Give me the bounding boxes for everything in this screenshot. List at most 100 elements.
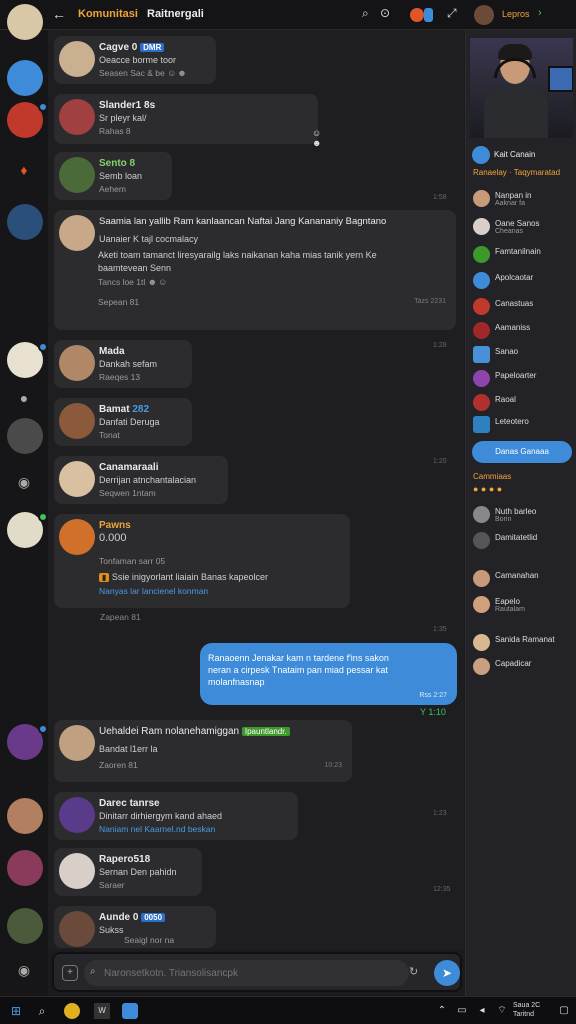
chevron-right-icon[interactable]: › [538,7,542,19]
message[interactable]: Bamat 282 Danfati Deruga Tonat [54,398,192,446]
notification-icon[interactable]: ▢ [556,1003,572,1019]
role-badge: Ipauntlandr. [241,727,290,736]
message[interactable]: Rapero518 Sernan Den pahidn Saraer [54,848,202,896]
windows-start-icon[interactable]: ⊞ [8,1003,24,1019]
avatar[interactable] [59,797,95,833]
message[interactable]: Uehaldei Ram nolanehamiggan Ipauntlandr.… [54,720,352,782]
author-name: Canamaraali [99,462,159,473]
info-icon[interactable] [424,8,433,22]
search-icon[interactable]: ⌕ [362,6,369,21]
message[interactable]: Aunde 0 0050 Sukss Seaigl nor na [54,906,216,948]
author-name: Pawns [99,520,131,531]
back-arrow-icon[interactable]: ← [52,6,66,22]
author-name: Rapero518 [99,854,151,865]
panel-subtitle: Ranaelay · Taqymaratad [473,168,561,177]
wifi-icon[interactable]: ⌔ [494,1003,510,1019]
sent-message[interactable]: Ranaoenn Jenakar kam n tardene f'ins sak… [200,643,457,705]
camera-icon[interactable]: ◉ [14,960,34,980]
message[interactable]: Slander1 8s Sr pleyr kal/ Rahas 8 ☺☻ [54,94,321,148]
role-badge: 282 [132,404,150,415]
app-icon[interactable]: W [94,1003,110,1019]
expand-icon[interactable]: ⤢ [447,6,457,21]
group-title: Cammiaas [473,472,512,481]
system-clock[interactable]: Saua 2C Taritnd [513,1001,540,1019]
message-text: Sernan Den pahidn [99,867,177,877]
home-avatar[interactable] [7,4,43,40]
message-text: neran a cirpesk Tnataim pan miad pessar … [208,665,388,675]
avatar[interactable] [59,461,95,497]
message[interactable]: Mada Dankah sefam Raeqes 13 [54,340,192,388]
attach-icon[interactable]: + [62,965,78,981]
user-name[interactable]: Lepros [502,9,530,19]
avatar[interactable] [59,519,95,555]
fire-icon[interactable]: ♦ [14,160,34,180]
server-icon[interactable] [7,60,43,96]
server-avatar[interactable] [7,850,43,886]
message-text: molanfnasnap [208,677,265,687]
status-dot [38,724,48,734]
server-avatar[interactable] [7,418,43,454]
pin-icon[interactable]: ⊙ [380,6,390,20]
timestamp: 1:28 [433,342,447,349]
message-text: Dankah sefam [99,359,158,369]
message[interactable]: Cagve 0 DMR Oeacce borme toor Seasen Sac… [54,36,216,84]
server-avatar[interactable] [7,798,43,834]
avatar [473,532,490,549]
avatar[interactable] [59,41,95,77]
chat-app-icon[interactable] [122,1003,138,1019]
message-footer: Sepean 81 [98,297,140,307]
avatar[interactable] [59,911,95,947]
author-name: Bamat [99,404,130,415]
message-input[interactable] [84,960,409,986]
user-avatar[interactable] [474,5,494,25]
panel-action-button[interactable]: Danas Ganaaa [472,441,572,463]
message[interactable]: Darec tanrse Dinitarr dirhiergym kand ah… [54,792,298,840]
message[interactable]: Canamaraali Derrijan atnchantalacian Seq… [54,456,228,504]
message-meta: Tonat [99,430,120,440]
status-dot [38,102,48,112]
read-receipt: Y 1:10 [420,707,446,717]
message-link[interactable]: Nanyas lar lancienel konman [99,586,208,596]
avatar[interactable] [59,157,95,193]
taskbar: ⊞ ⌕ W ⌃ ▭ ◂ ⌔ Saua 2C Taritnd ▢ [0,996,576,1024]
author-name: Aunde 0 [99,912,139,923]
avatar[interactable] [59,403,95,439]
send-button[interactable]: ➤ [434,960,460,986]
server-avatar[interactable] [7,204,43,240]
message-composer: + ⌕ ↻ ➤ [52,952,462,992]
timestamp: 1:58 [433,194,447,201]
avatar [473,272,490,289]
message[interactable]: Pawns 0.000 Tonfaman sarr 05 ▮ Ssie inig… [54,514,350,608]
search-icon[interactable]: ⌕ [34,1003,50,1019]
chevron-up-icon[interactable]: ⌃ [434,1003,450,1019]
message-link[interactable]: Naniam nel Kaarnel.nd beskan [99,824,215,834]
message[interactable]: Sento 8 Semb loan Aehem [54,152,172,200]
add-server-icon[interactable]: ● [14,388,34,408]
reaction-icon[interactable]: ☺☻ [312,128,322,148]
battery-icon: ▭ [457,1005,467,1016]
refresh-icon[interactable]: ↻ [409,965,418,978]
server-rail: ♦ ● ◉ ◉ [0,4,48,996]
message[interactable]: Saamia lan yallib Ram kanlaancan Naftai … [54,210,456,330]
avatar[interactable] [59,725,95,761]
server-avatar[interactable] [7,908,43,944]
volume-icon[interactable]: ◂ [474,1003,490,1019]
channel-subtitle: Raitnergali [147,8,204,20]
person-body [484,86,548,138]
author-name: Sento 8 [99,158,136,169]
avatar [473,596,490,613]
avatar[interactable] [59,345,95,381]
reaction-icon: ● ● ● ● [473,484,503,494]
reaction-icon: ☺☻ [167,68,188,78]
avatar[interactable] [59,99,95,135]
channel-title: Komunitasi [78,8,138,20]
top-bar: ← Komunitasi Raitnergali ⌕ ⊙ ⤢ Lepros › [0,0,576,30]
avatar[interactable] [59,215,95,251]
browser-icon[interactable] [64,1003,80,1019]
notification-badge-icon[interactable] [410,8,424,22]
video-preview[interactable] [470,38,573,138]
avatar [473,416,490,433]
avatar [473,190,490,207]
avatar[interactable] [59,853,95,889]
camera-icon[interactable]: ◉ [14,472,34,492]
